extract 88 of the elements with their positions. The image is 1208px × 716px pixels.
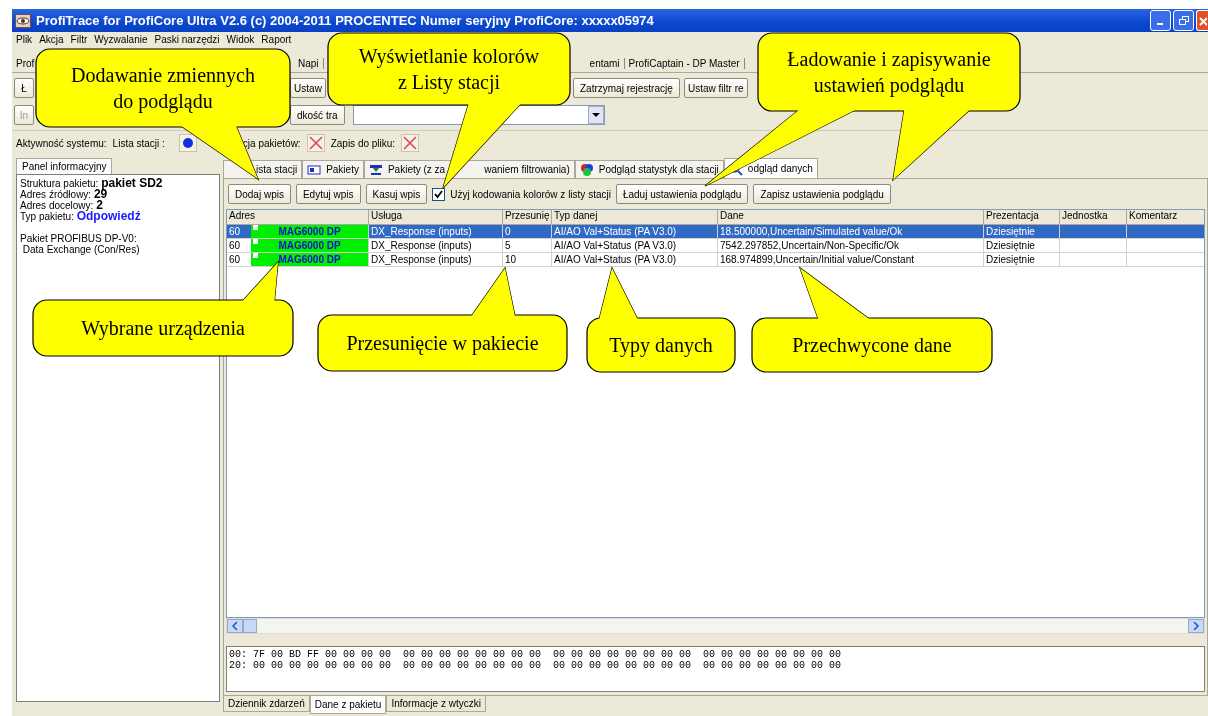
window-title: ProfiTrace for ProfiCore Ultra V2.6 (c) 2004-2011 PROCENTEC Numer seryjny ProfiCore: xxxxx05974 xyxy=(36,13,654,28)
panel-tab[interactable]: Panel informacyjny xyxy=(16,158,113,174)
toolbar-button[interactable]: dkość tra xyxy=(290,105,345,125)
eye-icon xyxy=(15,13,31,28)
toolbar-button[interactable]: Ustaw xyxy=(290,78,326,98)
restore-icon[interactable] xyxy=(1178,15,1189,26)
status-label: Aktywność systemu: xyxy=(16,137,107,149)
view-tab[interactable]: Podgląd statystyk dla stacji xyxy=(574,160,724,178)
callout-text: Typy danych xyxy=(609,334,713,356)
action-button[interactable]: Kasuj wpis xyxy=(365,184,428,204)
table-cell: AI/AO Val+Status (PA V3.0) xyxy=(552,225,718,239)
table-cell: 0 xyxy=(503,225,552,239)
table-cell: 18.500000,Uncertain/Simulated value/Ok xyxy=(718,225,984,239)
view-tab[interactable]: Pakiety xyxy=(302,160,364,178)
table-cell: AI/AO Val+Status (PA V3.0) xyxy=(552,239,718,253)
menu-item[interactable]: Raport xyxy=(261,34,292,46)
menu-item[interactable]: Akcja xyxy=(39,34,64,46)
status-label: Lista stacji : xyxy=(112,137,165,149)
toolbar-tab[interactable]: Napi xyxy=(294,57,324,69)
info-line: Data Exchange (Con/Res) xyxy=(21,244,141,255)
table-cell: Dziesiętnie xyxy=(984,239,1060,253)
callout-text: Dodawanie zmiennych xyxy=(71,64,255,86)
device-name: MAG6000 DP xyxy=(251,253,368,266)
table-row[interactable]: 60 MAG6000 DP DX_Response (inputs) 5 AI/AO Val+Status (PA V3.0) 7542.297852,Uncertain/Non-Specific/Ok Dziesiętnie xyxy=(227,239,1204,253)
minimize-button[interactable] xyxy=(1150,10,1171,31)
color-coding-checkbox[interactable]: Użyj kodowania kolorów z listy stacji xyxy=(432,187,611,201)
table-cell-text: 60 xyxy=(228,239,242,252)
table-cell: 5 xyxy=(503,239,552,253)
table-row[interactable]: 60 MAG6000 DP DX_Response (inputs) 0 AI/AO Val+Status (PA V3.0) 18.500000,Uncertain/Simulated value/Ok Dziesiętnie xyxy=(227,225,1204,239)
toolbar-button[interactable]: Zatrzymaj rejestrację xyxy=(573,78,680,98)
bottom-tab[interactable]: Informacje z wtyczki xyxy=(386,696,486,712)
toolbar-tab[interactable]: ProfiCaptain - DP Master xyxy=(624,57,745,69)
callout-text: Ładowanie i zapisywanie xyxy=(787,48,991,70)
action-button[interactable]: Ładuj ustawienia podglądu xyxy=(615,184,749,204)
table-cell: AI/AO Val+Status (PA V3.0) xyxy=(552,253,718,267)
menu-item[interactable]: Wyzwalanie xyxy=(94,34,148,46)
status-label: Zapis do pliku: xyxy=(330,137,396,149)
close-button[interactable] xyxy=(1196,10,1208,31)
toolbar-tab[interactable]: entami xyxy=(585,57,625,69)
table-cell: DX_Response (inputs) xyxy=(369,253,503,267)
table-cell: Dziesiętnie xyxy=(984,253,1060,267)
scroll-thumb[interactable] xyxy=(243,619,257,633)
action-button[interactable]: Edytuj wpis xyxy=(295,184,361,204)
table-cell: 10 xyxy=(503,253,552,267)
table-cell: 7542.297852,Uncertain/Non-Specific/Ok xyxy=(718,239,984,253)
toolbar-button[interactable]: Ł xyxy=(14,78,34,98)
info-line: Adres docelowy: 2 xyxy=(20,200,103,211)
close-icon[interactable] xyxy=(1198,15,1207,26)
device-name: MAG6000 DP xyxy=(251,225,368,238)
hex-line: 20: 00 00 00 00 00 00 00 00 00 00 00 00 00 00 00 00 00 00 00 00 00 00 00 00 00 00 00 00 00 00 00 00 xyxy=(229,660,843,671)
callout-text: ustawień podglądu xyxy=(813,74,965,96)
scroll-left-icon[interactable] xyxy=(227,619,243,633)
info-line: Pakiet PROFIBUS DP-V0: xyxy=(20,233,138,244)
info-line: Struktura pakietu: pakiet SD2 xyxy=(20,178,164,189)
device-name: MAG6000 DP xyxy=(251,239,368,252)
callout-text: Przesunięcie w pakiecie xyxy=(346,332,539,354)
menu-item[interactable]: Plik xyxy=(16,34,33,46)
menu-item[interactable]: Filtr xyxy=(70,34,88,46)
bottom-tab[interactable]: Dziennik zdarzeń xyxy=(223,696,310,712)
callout-text: Wybrane urządzenia xyxy=(81,317,245,339)
table-cell: Dziesiętnie xyxy=(984,225,1060,239)
view-tab[interactable]: Pakiety (z za waniem filtrowania) xyxy=(363,160,575,178)
action-button[interactable]: Zapisz ustawienia podglądu xyxy=(753,184,891,204)
menu-item[interactable]: Paski narzędzi xyxy=(154,34,220,46)
checkbox-icon[interactable] xyxy=(432,187,446,201)
restore-button[interactable] xyxy=(1173,10,1194,31)
info-line: Adres źródłowy: 29 xyxy=(20,189,108,200)
toolbar-button[interactable]: Ustaw filtr re xyxy=(683,78,748,98)
hex-line: 00: 7F 00 BD FF 00 00 00 00 00 00 00 00 00 00 00 00 00 00 00 00 00 00 00 00 00 00 00 00 00 00 00 00 xyxy=(229,649,843,660)
callout-text: Wyświetlanie kolorów xyxy=(358,45,540,67)
scroll-right-icon[interactable] xyxy=(1188,619,1204,633)
table-cell: 168.974899,Uncertain/Initial value/Constant xyxy=(718,253,984,267)
bottom-tab[interactable]: Dane z pakietu xyxy=(309,696,387,714)
menu-item[interactable]: Widok xyxy=(226,34,255,46)
packet-icon xyxy=(307,163,322,176)
callout-text: z Listy stacji xyxy=(397,71,501,93)
table-cell-text: 60 xyxy=(228,225,242,238)
callout-text: do podglądu xyxy=(113,90,213,112)
table-cell: DX_Response (inputs) xyxy=(369,239,503,253)
table-cell-text: 60 xyxy=(228,253,242,266)
filter-icon xyxy=(368,163,383,176)
color-circles-icon xyxy=(579,162,594,177)
table-row[interactable]: 60 MAG6000 DP DX_Response (inputs) 10 AI/AO Val+Status (PA V3.0) 168.974899,Uncertain/Initial value/Constant Dziesiętnie xyxy=(227,253,1204,267)
callout-text: Przechwycone dane xyxy=(792,334,952,356)
action-button[interactable]: Dodaj wpis xyxy=(228,184,291,204)
info-line: Typ pakietu: Odpowiedź xyxy=(20,211,142,222)
horizontal-scrollbar[interactable] xyxy=(226,618,1205,634)
table-cell: DX_Response (inputs) xyxy=(369,225,503,239)
